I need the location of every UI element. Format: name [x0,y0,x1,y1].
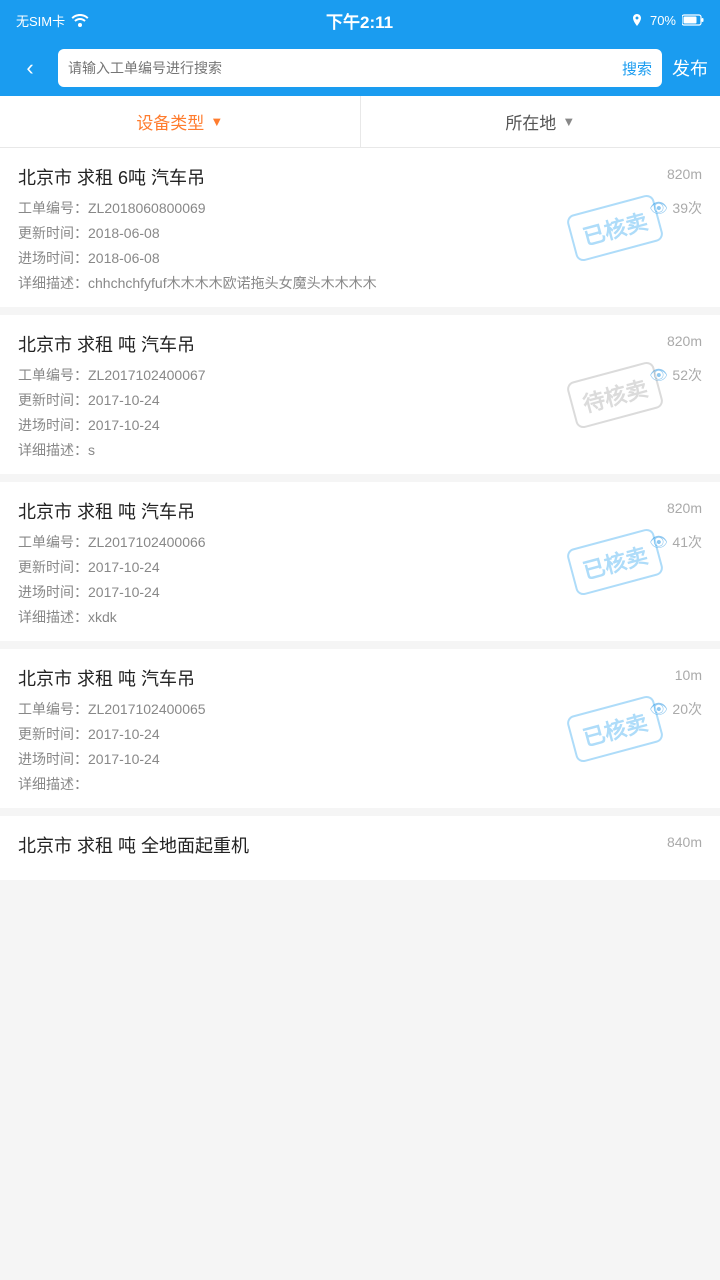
item-distance: 820m [667,500,702,516]
item-order-no: 工单编号：ZL2017102400066 [18,532,206,552]
list-container: 北京市 求租 6吨 汽车吊 820m 工单编号：ZL2018060800069 … [0,148,720,880]
item-title-row: 北京市 求租 吨 全地面起重机 840m [18,832,702,858]
view-count-label: 41次 [672,532,702,552]
view-count-label: 20次 [672,699,702,719]
filter-device-type-label: 设备类型 [136,109,204,134]
view-count: 👁 39次 [649,198,702,218]
battery-label: 70% [650,13,676,28]
filter-location-label: 所在地 [505,109,556,134]
item-distance: 840m [667,834,702,850]
list-item[interactable]: 北京市 求租 吨 汽车吊 820m 工单编号：ZL2017102400066 👁… [0,482,720,641]
eye-icon: 👁 [649,366,668,384]
status-time: 下午2:11 [326,8,393,33]
item-order-row: 工单编号：ZL2018060800069 👁 39次 [18,198,702,218]
item-description: 详细描述：s [18,440,702,460]
item-title: 北京市 求租 6吨 汽车吊 [18,164,205,190]
list-item[interactable]: 北京市 求租 吨 全地面起重机 840m [0,816,720,880]
eye-icon: 👁 [649,533,668,551]
view-count: 👁 52次 [649,365,702,385]
view-count: 👁 20次 [649,699,702,719]
eye-icon: 👁 [649,700,668,718]
item-description: 详细描述：chhchchfyfuf木木木木欧诺拖头女魔头木木木木 [18,273,702,293]
item-order-row: 工单编号：ZL2017102400066 👁 41次 [18,532,702,552]
item-title-row: 北京市 求租 吨 汽车吊 820m [18,498,702,524]
back-icon: ‹ [26,55,33,81]
view-count: 👁 41次 [649,532,702,552]
filter-device-type[interactable]: 设备类型 ▼ [0,96,361,147]
item-title: 北京市 求租 吨 汽车吊 [18,498,195,524]
filter-bar: 设备类型 ▼ 所在地 ▼ [0,96,720,148]
item-entry-time: 进场时间：2017-10-24 [18,582,702,602]
item-update-time: 更新时间：2017-10-24 [18,390,702,410]
item-title: 北京市 求租 吨 汽车吊 [18,331,195,357]
chevron-down-icon-location: ▼ [562,114,575,129]
list-item[interactable]: 北京市 求租 6吨 汽车吊 820m 工单编号：ZL2018060800069 … [0,148,720,307]
back-button[interactable]: ‹ [12,50,48,86]
publish-button[interactable]: 发布 [672,55,708,81]
item-entry-time: 进场时间：2017-10-24 [18,415,702,435]
item-title-row: 北京市 求租 吨 汽车吊 820m [18,331,702,357]
item-distance: 10m [675,667,702,683]
item-order-no: 工单编号：ZL2017102400065 [18,699,206,719]
item-title: 北京市 求租 吨 汽车吊 [18,665,195,691]
search-bar: 搜索 [58,49,662,87]
chevron-down-icon-device: ▼ [210,114,223,129]
item-title: 北京市 求租 吨 全地面起重机 [18,832,249,858]
item-order-row: 工单编号：ZL2017102400067 👁 52次 [18,365,702,385]
status-left: 无SIM卡 [16,11,89,30]
location-icon [630,13,644,27]
item-distance: 820m [667,166,702,182]
item-update-time: 更新时间：2017-10-24 [18,724,702,744]
filter-location[interactable]: 所在地 ▼ [361,96,720,147]
search-input[interactable] [68,60,616,76]
item-update-time: 更新时间：2018-06-08 [18,223,702,243]
item-entry-time: 进场时间：2017-10-24 [18,749,702,769]
item-description: 详细描述：xkdk [18,607,702,627]
item-order-no: 工单编号：ZL2018060800069 [18,198,206,218]
battery-icon [682,14,704,26]
item-order-no: 工单编号：ZL2017102400067 [18,365,206,385]
status-bar: 无SIM卡 下午2:11 70% [0,0,720,40]
eye-icon: 👁 [649,199,668,217]
wifi-icon [71,13,89,27]
item-entry-time: 进场时间：2018-06-08 [18,248,702,268]
item-description: 详细描述： [18,774,702,794]
nav-bar: ‹ 搜索 发布 [0,40,720,96]
status-right: 70% [630,13,704,28]
item-title-row: 北京市 求租 6吨 汽车吊 820m [18,164,702,190]
item-order-row: 工单编号：ZL2017102400065 👁 20次 [18,699,702,719]
item-distance: 820m [667,333,702,349]
no-sim-label: 无SIM卡 [16,11,65,30]
view-count-label: 52次 [672,365,702,385]
item-title-row: 北京市 求租 吨 汽车吊 10m [18,665,702,691]
view-count-label: 39次 [672,198,702,218]
search-button[interactable]: 搜索 [622,58,652,79]
list-item[interactable]: 北京市 求租 吨 汽车吊 10m 工单编号：ZL2017102400065 👁 … [0,649,720,808]
item-update-time: 更新时间：2017-10-24 [18,557,702,577]
list-item[interactable]: 北京市 求租 吨 汽车吊 820m 工单编号：ZL2017102400067 👁… [0,315,720,474]
